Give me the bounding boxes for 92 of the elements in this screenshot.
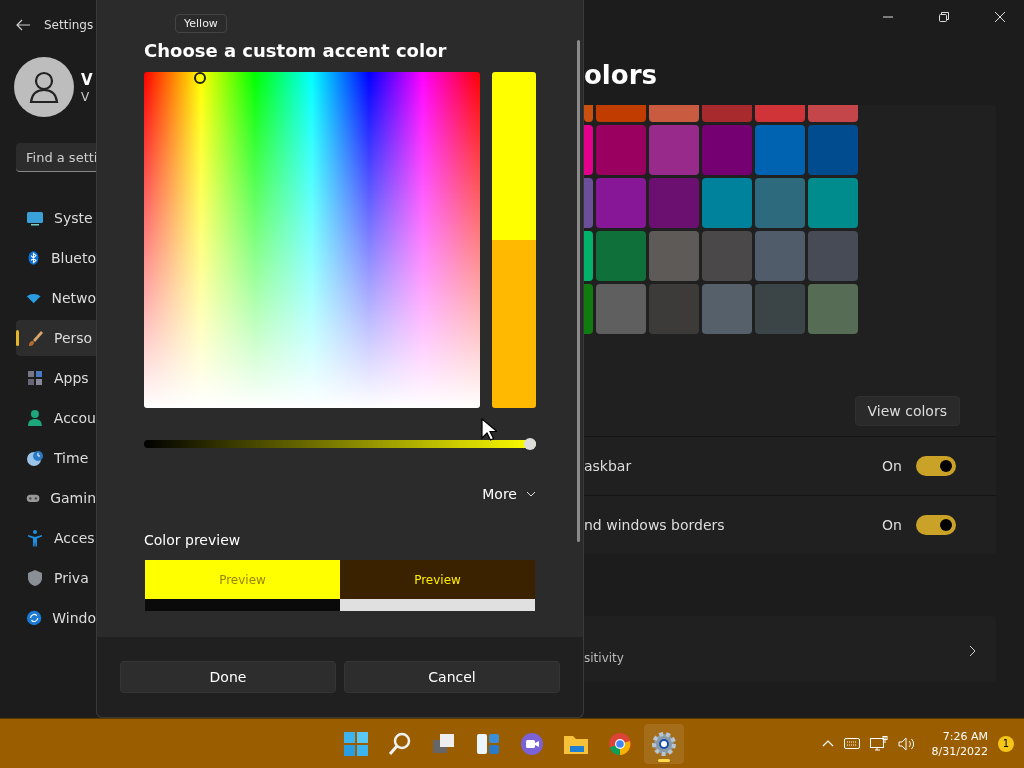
taskbar-button[interactable] xyxy=(644,723,684,764)
section-label: Color preview xyxy=(144,532,242,548)
color-swatch[interactable] xyxy=(649,284,699,334)
bluetooth-icon xyxy=(26,249,41,267)
preview-tile: Preview xyxy=(145,560,340,599)
chevron-right-icon xyxy=(969,645,976,657)
nav-item[interactable]: Netwo xyxy=(16,280,96,316)
color-swatch[interactable] xyxy=(755,105,805,122)
setting-label: askbar xyxy=(584,458,633,474)
chevron-up-icon[interactable] xyxy=(821,740,834,747)
color-swatch[interactable] xyxy=(755,125,805,175)
network-icon[interactable] xyxy=(869,735,888,752)
clock-icon xyxy=(26,449,44,467)
color-swatch[interactable] xyxy=(755,178,805,228)
cancel-button[interactable]: Cancel xyxy=(344,661,560,693)
gear-icon xyxy=(650,729,678,758)
volume-icon[interactable] xyxy=(897,736,916,751)
color-swatch[interactable] xyxy=(808,105,858,122)
color-swatch[interactable] xyxy=(596,125,646,175)
toggle-state: On xyxy=(882,517,902,533)
scrollbar[interactable] xyxy=(577,40,580,542)
brightness-slider[interactable] xyxy=(144,438,536,450)
nav-item[interactable]: Acces xyxy=(16,520,96,556)
cursor-icon xyxy=(481,418,497,442)
color-swatch[interactable] xyxy=(584,105,593,122)
accessibility-icon xyxy=(26,529,44,547)
setting-label: sitivity xyxy=(584,651,624,665)
color-swatch[interactable] xyxy=(596,284,646,334)
clock-date[interactable]: 8/31/2022 xyxy=(931,743,988,759)
color-swatch[interactable] xyxy=(702,125,752,175)
close-icon[interactable] xyxy=(995,12,1005,22)
dialog-title: Choose a custom accent color xyxy=(144,40,448,62)
color-swatch[interactable] xyxy=(755,231,805,281)
color-swatch[interactable] xyxy=(649,231,699,281)
settings-row[interactable]: sitivity xyxy=(584,616,996,682)
color-swatch[interactable] xyxy=(649,178,699,228)
color-swatch[interactable] xyxy=(702,105,752,122)
back-icon[interactable] xyxy=(16,19,30,31)
setting-label: nd windows borders xyxy=(584,517,726,533)
nav-item[interactable]: Syste xyxy=(16,200,96,236)
color-swatch[interactable] xyxy=(584,284,593,334)
nav-item[interactable]: Time xyxy=(16,440,96,476)
restore-icon[interactable] xyxy=(939,12,949,22)
color-swatch[interactable] xyxy=(702,231,752,281)
nav-item[interactable]: Windo xyxy=(16,600,96,636)
update-icon xyxy=(26,609,43,627)
person-icon xyxy=(29,71,59,103)
shield-icon xyxy=(26,569,44,587)
toggle-switch[interactable] xyxy=(916,456,956,476)
preview-tile: Preview xyxy=(340,560,535,599)
nav-item[interactable]: Priva xyxy=(16,560,96,596)
nav-item[interactable]: Accou xyxy=(16,400,96,436)
person-icon xyxy=(26,409,44,427)
color-swatch[interactable] xyxy=(755,284,805,334)
nav-item[interactable]: Perso xyxy=(16,320,96,356)
color-swatch[interactable] xyxy=(702,284,752,334)
color-swatch[interactable] xyxy=(584,178,593,228)
user-detail: V xyxy=(81,89,91,104)
color-swatch[interactable] xyxy=(702,178,752,228)
color-spectrum[interactable] xyxy=(144,72,480,408)
keyboard-icon[interactable] xyxy=(843,738,860,749)
chevron-down-icon xyxy=(526,491,536,497)
nav-item[interactable]: Gamin xyxy=(16,480,96,516)
brush-icon xyxy=(26,329,44,347)
monitor-icon xyxy=(26,209,44,227)
done-button[interactable]: Done xyxy=(120,661,336,693)
page-heading: olors xyxy=(584,59,658,92)
color-swatch[interactable] xyxy=(808,125,858,175)
color-swatch[interactable] xyxy=(649,105,699,122)
color-swatch[interactable] xyxy=(596,231,646,281)
nav-item[interactable]: Blueto xyxy=(16,240,96,276)
color-swatch[interactable] xyxy=(808,231,858,281)
clock-time[interactable]: 7:26 AM xyxy=(942,728,988,744)
more-button[interactable]: More xyxy=(482,486,536,502)
color-swatch[interactable] xyxy=(596,105,646,122)
color-swatch[interactable] xyxy=(584,125,593,175)
search-field[interactable]: Find a setti xyxy=(16,143,96,172)
notification-badge[interactable]: 1 xyxy=(998,735,1014,752)
apps-icon xyxy=(26,369,44,387)
color-swatch[interactable] xyxy=(808,284,858,334)
color-swatch[interactable] xyxy=(649,125,699,175)
color-swatch[interactable] xyxy=(808,178,858,228)
toggle-switch[interactable] xyxy=(916,515,956,535)
user-name: V xyxy=(81,70,93,90)
window-title: Settings xyxy=(44,18,94,32)
color-swatch[interactable] xyxy=(596,178,646,228)
toggle-state: On xyxy=(882,458,902,474)
windows-icon xyxy=(342,729,370,758)
color-swatch[interactable] xyxy=(584,231,593,281)
tooltip: Yellow xyxy=(175,14,227,33)
nav-item[interactable]: Apps xyxy=(16,360,96,396)
view-colors-button[interactable]: View colors xyxy=(854,396,960,426)
